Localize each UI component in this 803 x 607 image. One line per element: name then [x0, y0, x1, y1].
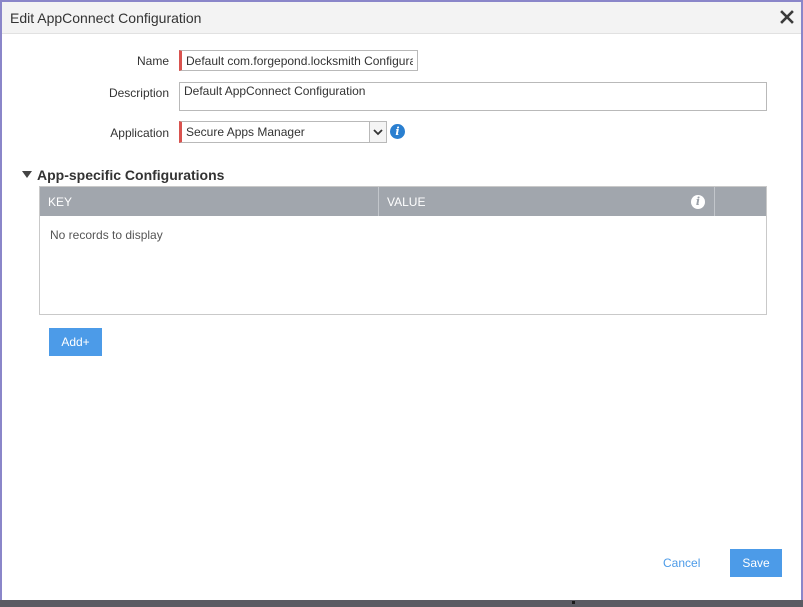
info-icon[interactable]: i — [691, 195, 705, 209]
column-header-value-label: VALUE — [387, 195, 426, 209]
application-select[interactable]: Secure Apps Manager — [179, 121, 387, 143]
dialog-titlebar: Edit AppConnect Configuration — [2, 2, 801, 34]
application-label: Application — [110, 126, 169, 140]
description-label: Description — [108, 86, 169, 100]
column-header-actions — [715, 187, 766, 216]
save-button[interactable]: Save — [730, 549, 782, 577]
add-button[interactable]: Add+ — [49, 328, 102, 356]
column-header-key[interactable]: KEY — [40, 187, 379, 216]
column-header-value[interactable]: VALUE — [379, 187, 715, 216]
application-select-value: Secure Apps Manager — [186, 125, 305, 139]
dialog-title: Edit AppConnect Configuration — [10, 10, 202, 26]
taskbar-dot — [572, 601, 575, 604]
grid-header: KEY VALUE i — [40, 187, 766, 216]
config-grid: KEY VALUE i No records to display — [39, 186, 767, 315]
section-title: App-specific Configurations — [37, 167, 225, 183]
description-input[interactable]: Default AppConnect Configuration — [179, 82, 767, 111]
edit-appconnect-dialog: Edit AppConnect Configuration Name Descr… — [0, 0, 803, 607]
chevron-down-icon[interactable] — [369, 122, 386, 142]
name-label: Name — [136, 54, 169, 68]
info-icon[interactable]: i — [390, 124, 405, 139]
cancel-button[interactable]: Cancel — [663, 556, 700, 570]
close-icon[interactable] — [778, 8, 796, 26]
name-input[interactable] — [179, 50, 418, 71]
triangle-down-icon — [22, 171, 32, 178]
section-toggle[interactable]: App-specific Configurations — [22, 167, 224, 183]
empty-message: No records to display — [50, 228, 163, 242]
taskbar-strip — [0, 600, 803, 607]
